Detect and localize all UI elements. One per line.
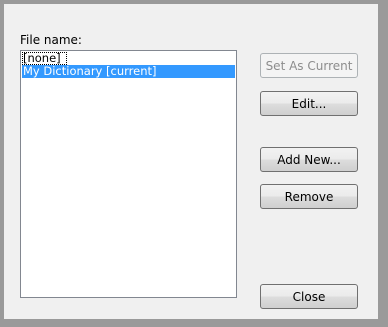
file-name-label: File name: <box>20 33 82 47</box>
remove-button[interactable]: Remove <box>260 184 358 209</box>
set-as-current-button[interactable]: Set As Current <box>260 53 358 78</box>
close-button[interactable]: Close <box>260 284 358 309</box>
edit-button[interactable]: Edit... <box>260 91 358 116</box>
list-item-my-dictionary[interactable]: My Dictionary [current] <box>22 65 235 78</box>
add-new-button[interactable]: Add New... <box>260 147 358 172</box>
dictionary-listbox[interactable]: [none] My Dictionary [current] <box>20 50 237 298</box>
